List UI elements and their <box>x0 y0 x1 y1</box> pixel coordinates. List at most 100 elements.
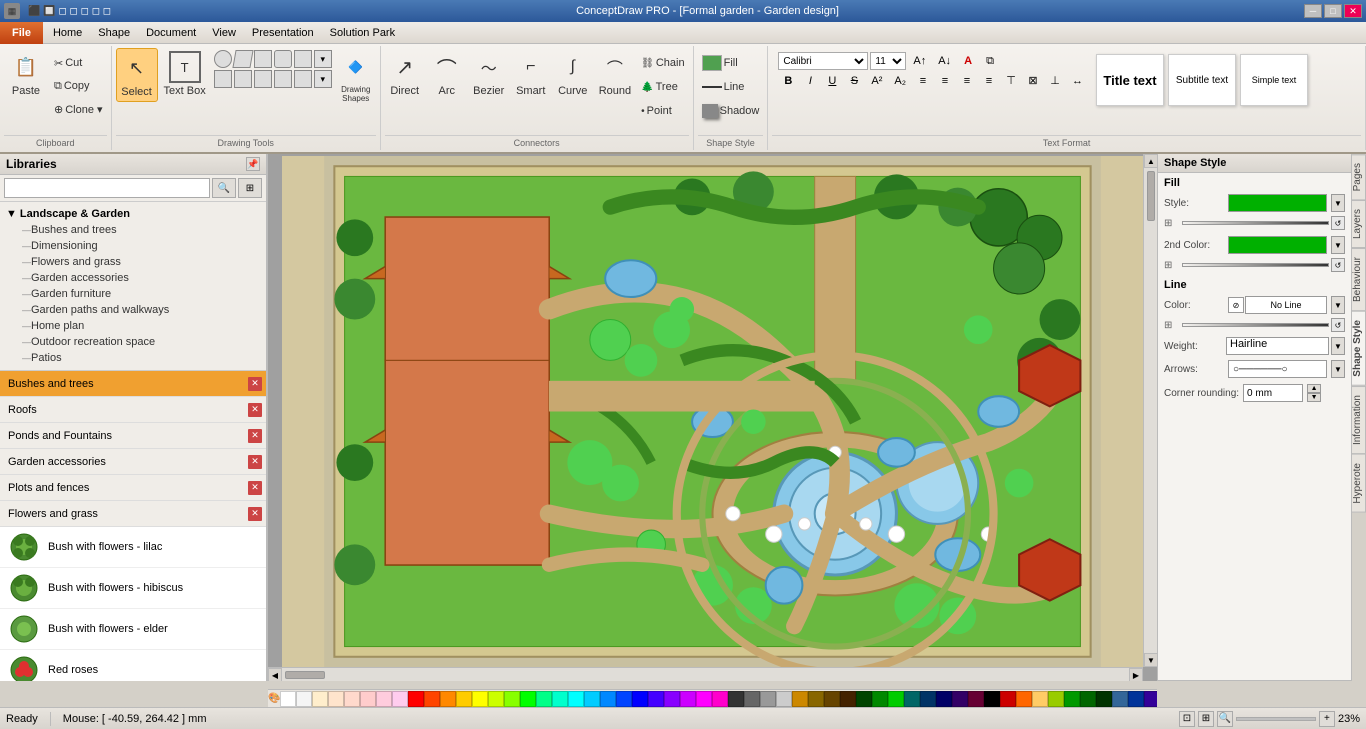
lib-tree-flowers[interactable]: Flowers and grass <box>0 254 266 270</box>
simple-text-style[interactable]: Simple text <box>1240 54 1308 106</box>
color-chip[interactable] <box>744 691 760 707</box>
select-button[interactable]: ↖ Select <box>116 48 158 102</box>
shape-rounded[interactable] <box>274 50 292 68</box>
align-right[interactable]: ≡ <box>957 73 977 89</box>
close-roofs[interactable]: ✕ <box>248 403 262 417</box>
list-item[interactable]: Red roses <box>0 650 266 681</box>
side-tab-layers[interactable]: Layers <box>1352 200 1366 248</box>
fill-alpha-reset[interactable]: ↺ <box>1331 216 1345 230</box>
close-flowers[interactable]: ✕ <box>248 507 262 521</box>
panel-roofs[interactable]: Roofs ✕ <box>0 397 266 423</box>
color-chip[interactable] <box>1144 691 1157 707</box>
font-size-up[interactable]: A↑ <box>908 53 931 69</box>
fill-alpha-slider[interactable] <box>1182 221 1329 225</box>
font-size-select[interactable]: 11 <box>870 52 906 70</box>
garden-diagram[interactable] <box>282 156 1143 667</box>
line-alpha-reset[interactable]: ↺ <box>1331 318 1345 332</box>
font-color[interactable]: A <box>958 53 978 69</box>
shape-rect[interactable] <box>254 50 272 68</box>
shape-more[interactable]: ▾ <box>314 50 332 68</box>
shape-more2[interactable]: ▾ <box>314 70 332 88</box>
fill-style-dropdown[interactable]: ▼ <box>1331 194 1345 212</box>
color-chip[interactable] <box>328 691 344 707</box>
close-ponds[interactable]: ✕ <box>248 429 262 443</box>
line-alpha-slider[interactable] <box>1182 323 1329 327</box>
library-search-button[interactable]: 🔍 <box>212 178 236 198</box>
line-color-swatch[interactable]: No Line <box>1245 296 1327 314</box>
color-chip[interactable] <box>936 691 952 707</box>
close-garden-acc[interactable]: ✕ <box>248 455 262 469</box>
color-chip[interactable] <box>376 691 392 707</box>
list-item[interactable]: Bush with flowers - hibiscus <box>0 568 266 609</box>
color-chip[interactable] <box>1112 691 1128 707</box>
scroll-v-thumb[interactable] <box>1147 171 1155 221</box>
font-select[interactable]: Calibri <box>778 52 868 70</box>
font-size-down[interactable]: A↓ <box>933 53 956 69</box>
lib-tree-outdoor[interactable]: Outdoor recreation space <box>0 334 266 350</box>
clone-button[interactable]: ⊕ Clone ▾ <box>50 98 107 120</box>
shadow-button[interactable]: Shadow <box>698 100 764 122</box>
underline-button[interactable]: U <box>822 73 842 89</box>
scroll-right-btn[interactable]: ▶ <box>1129 668 1143 681</box>
color-chip[interactable] <box>568 691 584 707</box>
lib-tree-paths[interactable]: Garden paths and walkways <box>0 302 266 318</box>
font-options[interactable]: ⧉ <box>980 53 1000 70</box>
paste-button[interactable]: 📋 Paste <box>4 48 48 100</box>
palette-options-icon[interactable]: 🎨 <box>268 690 280 708</box>
color-chip[interactable] <box>408 691 424 707</box>
color-chip[interactable] <box>872 691 888 707</box>
copy-button[interactable]: ⧉ Copy <box>50 75 107 97</box>
side-tab-pages[interactable]: Pages <box>1352 154 1366 200</box>
color-chip[interactable] <box>984 691 1000 707</box>
strikethrough-button[interactable]: S <box>844 73 864 89</box>
color-chip[interactable] <box>952 691 968 707</box>
color-chip[interactable] <box>344 691 360 707</box>
text-bottom[interactable]: ⊥ <box>1045 72 1065 89</box>
fill-2nd-alpha-slider[interactable] <box>1182 263 1329 267</box>
color-chip[interactable] <box>600 691 616 707</box>
color-chip[interactable] <box>504 691 520 707</box>
color-chip[interactable] <box>824 691 840 707</box>
corner-step-down[interactable]: ▼ <box>1307 393 1321 402</box>
line-color-dropdown[interactable]: ▼ <box>1331 296 1345 314</box>
arrows-dropdown[interactable]: ▼ <box>1331 360 1345 378</box>
color-chip[interactable] <box>1064 691 1080 707</box>
color-chip[interactable] <box>760 691 776 707</box>
subscript-button[interactable]: A₂ <box>889 73 911 89</box>
round-button[interactable]: ⌒ Round <box>595 48 635 100</box>
zoom-100-btn[interactable]: ⊞ <box>1198 711 1214 727</box>
shape-sq4[interactable] <box>254 70 272 88</box>
lib-tree-patios[interactable]: Patios <box>0 350 266 366</box>
arc-button[interactable]: ⌒ Arc <box>427 48 467 100</box>
color-chip[interactable] <box>1080 691 1096 707</box>
drawing-shapes-button[interactable]: 🔷 DrawingShapes <box>336 48 376 106</box>
color-chip[interactable] <box>552 691 568 707</box>
fill-2nd-alpha-reset[interactable]: ↺ <box>1331 258 1345 272</box>
library-search-input[interactable] <box>4 178 210 198</box>
scroll-down-btn[interactable]: ▼ <box>1144 653 1157 667</box>
canvas-scroll-horizontal[interactable]: ◀ ▶ <box>268 667 1143 681</box>
color-chip[interactable] <box>632 691 648 707</box>
lib-tree-bushes[interactable]: Bushes and trees <box>0 222 266 238</box>
point-button[interactable]: • Point <box>637 100 688 122</box>
shape-circle[interactable] <box>214 50 232 68</box>
color-chip[interactable] <box>312 691 328 707</box>
align-justify[interactable]: ≡ <box>979 73 999 89</box>
color-chip[interactable] <box>1016 691 1032 707</box>
bezier-button[interactable]: 〜 Bezier <box>469 48 509 100</box>
libraries-pin[interactable]: 📌 <box>246 157 260 171</box>
curve-button[interactable]: ∫ Curve <box>553 48 593 100</box>
lib-tree-furniture[interactable]: Garden furniture <box>0 286 266 302</box>
lib-tree-dimensioning[interactable]: Dimensioning <box>0 238 266 254</box>
color-chip[interactable] <box>360 691 376 707</box>
direct-button[interactable]: ↗ Direct <box>385 48 425 100</box>
close-bushes[interactable]: ✕ <box>248 377 262 391</box>
fill-style-swatch[interactable] <box>1228 194 1327 212</box>
shape-parallelogram[interactable] <box>232 50 253 68</box>
shape-diamond[interactable] <box>294 50 312 68</box>
menu-shape[interactable]: Shape <box>90 22 138 44</box>
color-chip[interactable] <box>792 691 808 707</box>
weight-input[interactable]: Hairline <box>1226 337 1329 355</box>
color-chip[interactable] <box>680 691 696 707</box>
color-chip[interactable] <box>856 691 872 707</box>
